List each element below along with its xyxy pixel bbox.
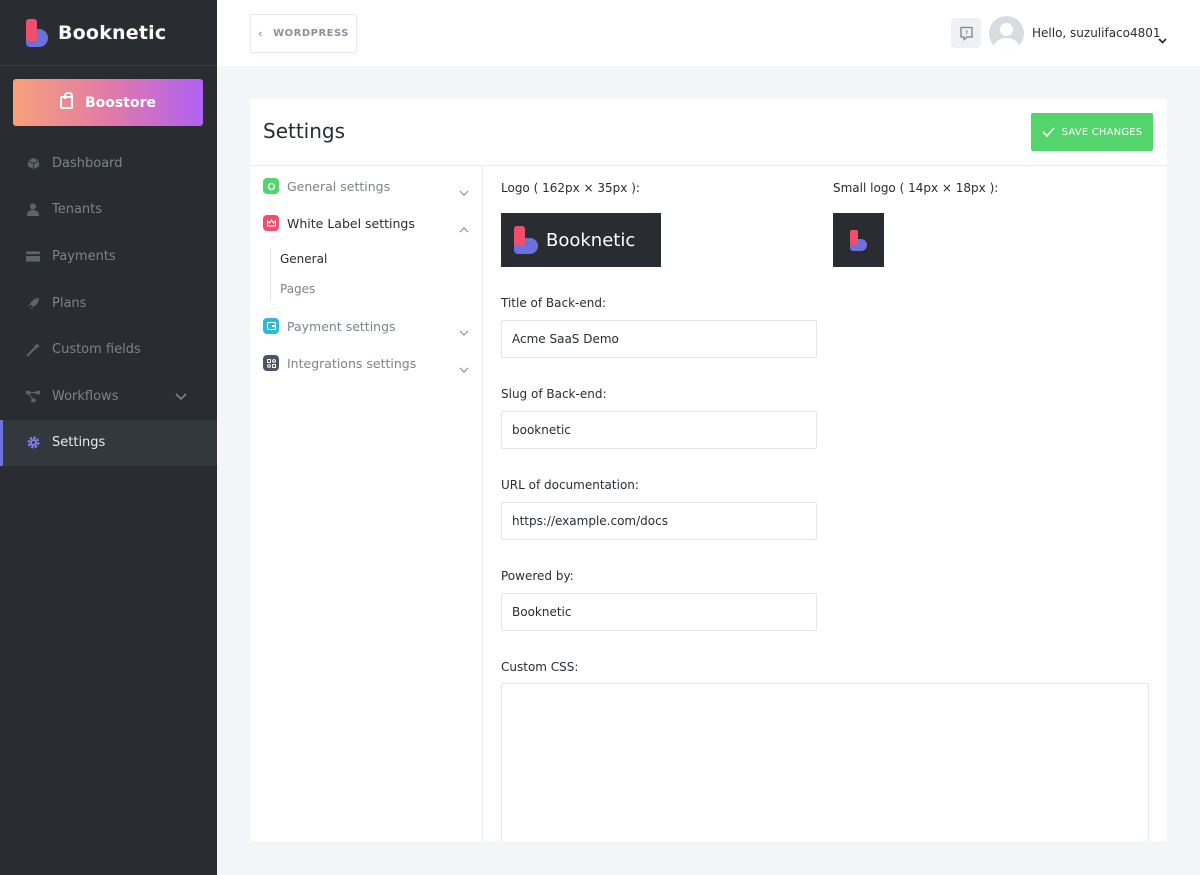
- settings-menu-general[interactable]: General settings: [263, 176, 469, 196]
- divider: [482, 165, 483, 841]
- logo-upload[interactable]: Booknetic: [501, 213, 661, 267]
- title-label: Title of Back-end:: [501, 296, 607, 310]
- sidebar-item-tenants[interactable]: Tenants: [0, 187, 217, 234]
- chevron-down-icon: [459, 358, 469, 377]
- caret-down-icon[interactable]: [1158, 29, 1167, 48]
- sidebar-item-dashboard[interactable]: Dashboard: [0, 140, 217, 187]
- custom-css-textarea[interactable]: [501, 683, 1149, 841]
- user-greeting[interactable]: Hello, suzulifaco4801: [1032, 26, 1161, 40]
- settings-menu-white-label[interactable]: White Label settings: [263, 213, 469, 233]
- boostore-button[interactable]: Boostore: [13, 79, 203, 126]
- booknetic-logo-icon: [850, 229, 867, 251]
- docs-url-label: URL of documentation:: [501, 478, 639, 492]
- avatar[interactable]: [989, 16, 1024, 51]
- svg-text:?: ?: [964, 29, 968, 37]
- sidebar-item-custom-fields[interactable]: Custom fields: [0, 326, 217, 373]
- sidebar-item-label: Payments: [52, 248, 116, 264]
- settings-menu-label: Payment settings: [287, 318, 396, 334]
- settings-menu-label: White Label settings: [287, 215, 415, 231]
- wallet-icon: [263, 318, 279, 334]
- help-chat-icon: ?: [959, 26, 973, 41]
- puzzle-icon: [263, 355, 279, 371]
- chevron-down-icon: [459, 321, 469, 340]
- sidebar-item-label: Plans: [52, 295, 87, 311]
- sidebar-item-workflows[interactable]: Workflows: [0, 373, 217, 420]
- submenu-line: [270, 249, 271, 301]
- chevron-down-icon[interactable]: [175, 390, 187, 405]
- credit-card-icon: [26, 249, 40, 263]
- sidebar-item-label: Dashboard: [52, 155, 123, 171]
- backend-title-input[interactable]: [501, 320, 817, 358]
- powered-by-label: Powered by:: [501, 569, 574, 583]
- boostore-label: Boostore: [85, 94, 156, 111]
- shopping-bag-icon: [60, 92, 74, 109]
- settings-menu-label: Integrations settings: [287, 355, 417, 371]
- submenu-item-general[interactable]: General: [280, 252, 327, 266]
- backend-slug-input[interactable]: [501, 411, 817, 449]
- sidebar: Booknetic Boostore Dashboard Tenants Pay…: [0, 0, 217, 875]
- powered-by-input[interactable]: [501, 593, 817, 631]
- sidebar-item-label: Workflows: [52, 388, 119, 404]
- sidebar-item-label: Custom fields: [52, 342, 141, 358]
- save-label: SAVE CHANGES: [1061, 126, 1143, 138]
- settings-menu-label: General settings: [287, 178, 391, 194]
- save-changes-button[interactable]: SAVE CHANGES: [1031, 113, 1153, 151]
- booknetic-logo-icon: [514, 226, 538, 254]
- divider: [250, 165, 1167, 166]
- user-icon: [26, 203, 40, 217]
- slug-label: Slug of Back-end:: [501, 387, 607, 401]
- cube-icon: [26, 156, 40, 170]
- gear-icon: [26, 436, 40, 450]
- custom-css-label: Custom CSS:: [501, 660, 579, 674]
- logo-text: Booknetic: [546, 229, 636, 251]
- settings-menu-payment[interactable]: Payment settings: [263, 316, 469, 336]
- brand-name: Booknetic: [58, 21, 167, 44]
- rocket-icon: [26, 296, 40, 310]
- gear-icon: [263, 178, 279, 194]
- chevron-left-icon: ‹: [258, 27, 264, 40]
- small-logo-label: Small logo ( 14px × 18px ):: [833, 181, 999, 195]
- check-icon: [1042, 127, 1055, 137]
- sidebar-item-settings[interactable]: Settings: [0, 419, 217, 467]
- back-label: WORDPRESS: [273, 28, 349, 39]
- workflow-icon: [26, 389, 40, 403]
- docs-url-input[interactable]: [501, 502, 817, 540]
- page-title: Settings: [263, 119, 346, 143]
- back-to-wordpress-button[interactable]: ‹ WORDPRESS: [250, 14, 357, 53]
- help-button[interactable]: ?: [951, 18, 981, 48]
- sidebar-item-label: Settings: [52, 435, 106, 451]
- chevron-down-icon: [459, 181, 469, 200]
- brand[interactable]: Booknetic: [0, 0, 217, 66]
- sidebar-item-label: Tenants: [52, 202, 103, 218]
- settings-menu-integrations[interactable]: Integrations settings: [263, 353, 469, 373]
- logo-label: Logo ( 162px × 35px ):: [501, 181, 640, 195]
- sidebar-item-plans[interactable]: Plans: [0, 280, 217, 327]
- submenu-item-pages[interactable]: Pages: [280, 282, 315, 296]
- topbar: ‹ WORDPRESS ? Hello, suzulifaco4801: [217, 0, 1200, 66]
- crown-icon: [263, 215, 279, 231]
- chevron-up-icon: [459, 218, 469, 237]
- small-logo-upload[interactable]: [833, 213, 884, 267]
- sidebar-nav: Dashboard Tenants Payments Plans Custom …: [0, 140, 217, 467]
- magic-wand-icon: [26, 342, 40, 357]
- settings-card: Settings SAVE CHANGES General settings W…: [250, 99, 1167, 841]
- booknetic-logo-icon: [26, 18, 48, 47]
- sidebar-item-payments[interactable]: Payments: [0, 233, 217, 280]
